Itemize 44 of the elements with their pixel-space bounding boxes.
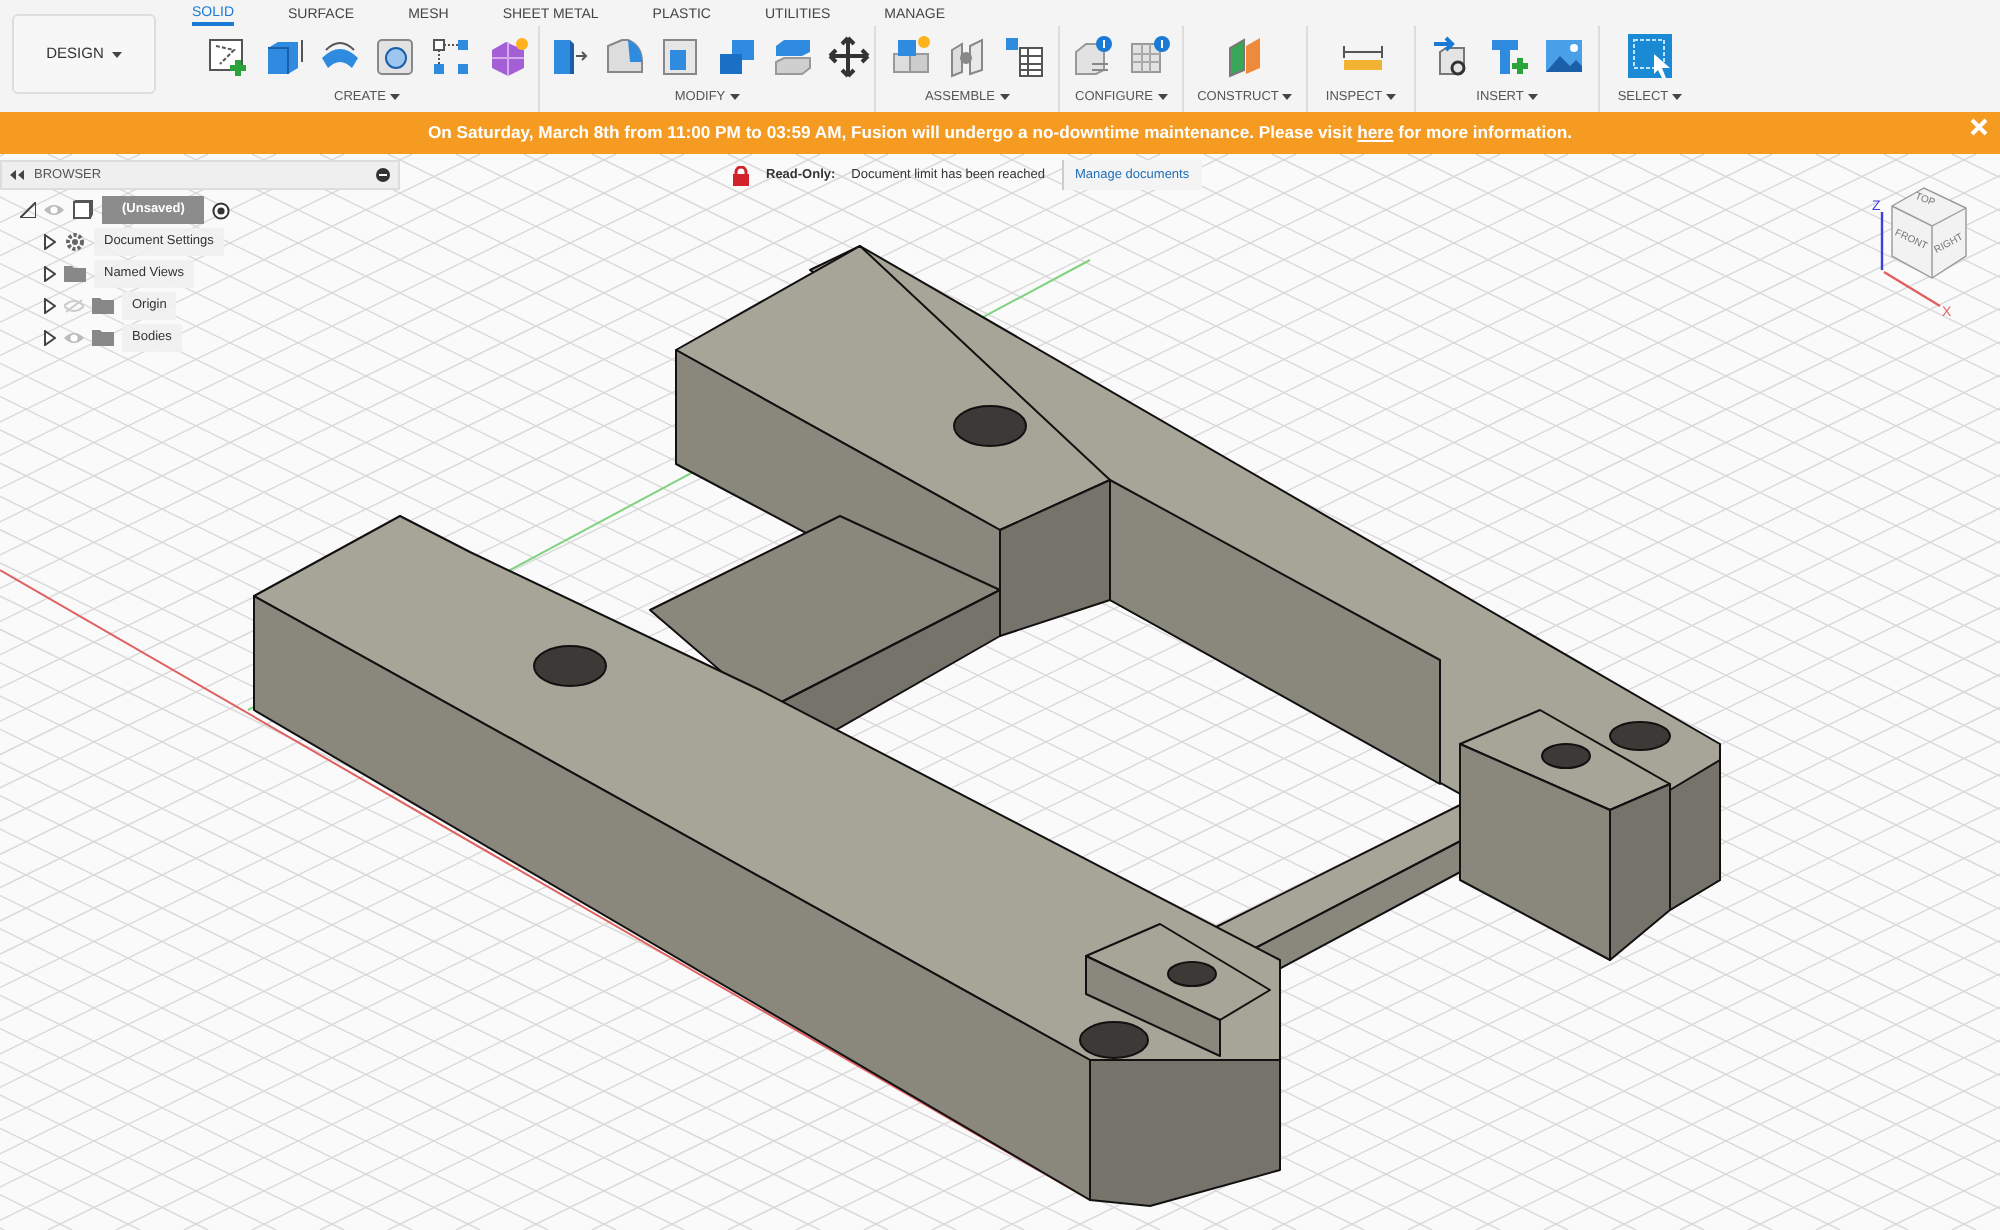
caret-icon	[111, 51, 122, 57]
shell-icon[interactable]	[657, 34, 701, 78]
x-axis-line	[1883, 270, 1941, 308]
bracket-model-drawing[interactable]	[253, 245, 1721, 1207]
new-component-icon[interactable]	[889, 34, 933, 78]
cube-edge-line	[1891, 205, 1967, 279]
move-icon[interactable]	[825, 34, 869, 78]
expand-icon[interactable]	[44, 234, 56, 250]
folder-icon	[92, 296, 114, 316]
sketch-icon[interactable]	[205, 34, 249, 78]
z-axis-line	[1880, 212, 1884, 270]
folder-icon	[64, 264, 86, 284]
split-body-icon[interactable]	[769, 34, 813, 78]
expanded-icon[interactable]	[20, 202, 36, 218]
view-cube-drawing[interactable]	[1891, 187, 1967, 279]
expand-icon[interactable]	[44, 298, 56, 314]
image-icon[interactable]	[1541, 34, 1585, 78]
joint-icon[interactable]	[945, 34, 989, 78]
gear-icon	[64, 232, 86, 252]
pattern-icon[interactable]	[429, 34, 473, 78]
minimize-icon[interactable]	[376, 168, 390, 182]
caret-icon	[389, 94, 400, 101]
caret-icon	[1527, 94, 1538, 101]
hole-icon[interactable]	[373, 34, 417, 78]
caret-icon	[729, 94, 740, 101]
close-icon	[1970, 118, 1988, 136]
select-icon[interactable]	[1628, 34, 1672, 78]
maintenance-message: On Saturday, March 8th from 11:00 PM to 03:59 AM, Fusion will undergo a no-downtime maintenance. Please visit here for more information.	[427, 120, 1573, 146]
table-icon[interactable]	[1001, 34, 1045, 78]
configure-table-icon[interactable]	[1127, 34, 1171, 78]
caret-icon	[999, 94, 1010, 101]
collapse-icon[interactable]	[10, 170, 24, 180]
configure-icon[interactable]	[1071, 34, 1115, 78]
caret-icon	[1386, 94, 1397, 101]
folder-icon	[92, 328, 114, 348]
caret-icon	[1282, 94, 1293, 101]
expand-icon[interactable]	[44, 266, 56, 282]
expand-icon[interactable]	[44, 330, 56, 346]
fillet-icon[interactable]	[601, 34, 645, 78]
activate-radio-icon[interactable]	[212, 201, 231, 219]
caret-icon	[1672, 94, 1683, 101]
caret-icon	[1157, 94, 1167, 101]
component-icon	[72, 200, 94, 220]
lock-icon	[732, 165, 750, 185]
